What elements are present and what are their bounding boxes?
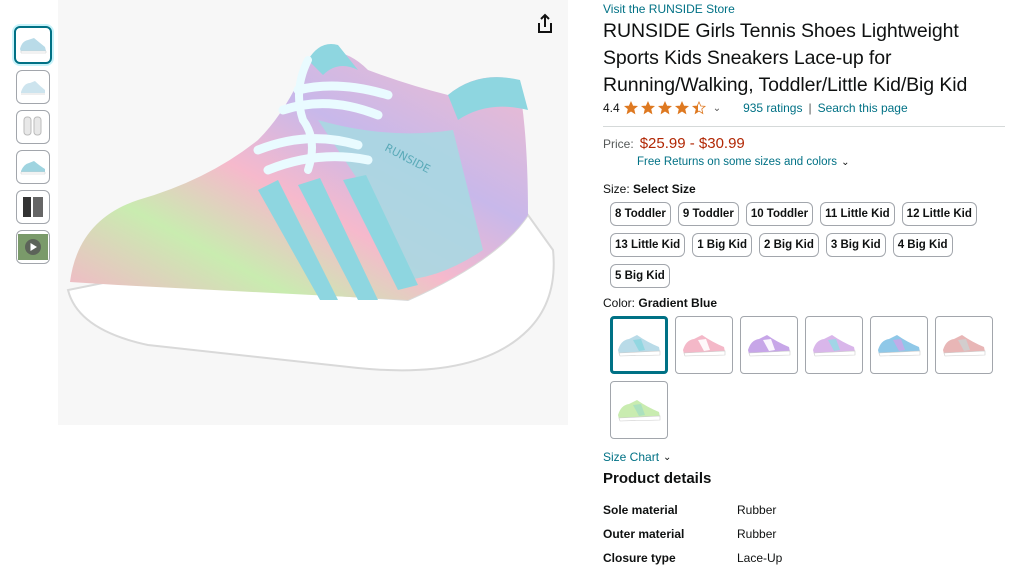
detail-row: Outer material Rubber bbox=[603, 527, 1013, 551]
size-option[interactable]: 3 Big Kid bbox=[825, 233, 886, 257]
color-swatch-blue-rainbow[interactable] bbox=[870, 316, 928, 374]
product-details-heading: Product details bbox=[603, 470, 712, 487]
color-selected: Gradient Blue bbox=[638, 296, 718, 310]
size-chart-link[interactable]: Size Chart ⌄ bbox=[603, 450, 1013, 464]
price-range: $25.99 - $30.99 bbox=[639, 135, 745, 152]
detail-value: Rubber bbox=[737, 503, 777, 517]
size-option[interactable]: 10 Toddler bbox=[745, 202, 814, 226]
shoe-swatch-icon bbox=[618, 400, 661, 422]
color-label-row: Color: Gradient Blue bbox=[603, 296, 1013, 310]
thumbnail-4[interactable] bbox=[16, 150, 50, 184]
size-option[interactable]: 5 Big Kid bbox=[610, 264, 670, 288]
color-swatches bbox=[610, 316, 1010, 446]
detail-value: Rubber bbox=[737, 527, 777, 541]
size-option[interactable]: 12 Little Kid bbox=[901, 202, 977, 226]
detail-key: Closure type bbox=[603, 551, 676, 565]
shoe-thumbnail-icon bbox=[20, 38, 47, 54]
detail-key: Outer material bbox=[603, 527, 685, 541]
shoe-swatch-icon bbox=[618, 335, 661, 357]
thumbnail-1[interactable] bbox=[14, 26, 52, 64]
ratings-count-link[interactable]: 935 ratings bbox=[743, 101, 802, 115]
chevron-down-icon: ⌄ bbox=[663, 451, 672, 463]
size-option[interactable]: 11 Little Kid bbox=[820, 202, 895, 226]
size-option[interactable]: 4 Big Kid bbox=[892, 233, 953, 257]
search-this-page-link[interactable]: Search this page bbox=[818, 101, 908, 115]
share-icon[interactable] bbox=[533, 12, 557, 36]
store-link[interactable]: Visit the RUNSIDE Store bbox=[603, 2, 1013, 16]
product-title: RUNSIDE Girls Tennis Shoes Lightweight S… bbox=[603, 20, 968, 96]
color-swatch-purple[interactable] bbox=[740, 316, 798, 374]
size-label-row: Size: Select Size bbox=[603, 182, 1013, 196]
size-option[interactable]: 8 Toddler bbox=[610, 202, 671, 226]
shoe-swatch-icon bbox=[683, 335, 726, 357]
detail-row: Closure type Lace-Up bbox=[603, 551, 1013, 575]
color-swatch-rainbow-purple[interactable] bbox=[805, 316, 863, 374]
divider bbox=[603, 126, 1005, 127]
color-swatch-pink[interactable] bbox=[675, 316, 733, 374]
play-video-icon bbox=[18, 234, 48, 260]
free-returns-link[interactable]: Free Returns on some sizes and colors ⌄ bbox=[637, 156, 1013, 168]
free-returns-text: Free Returns on some sizes and colors bbox=[637, 156, 838, 168]
rating-value: 4.4 bbox=[603, 101, 620, 115]
color-swatch-gradient-blue[interactable] bbox=[610, 316, 668, 374]
star-rating-icon[interactable] bbox=[623, 101, 710, 115]
size-label: Size: bbox=[603, 182, 630, 196]
shoe-swatch-icon bbox=[878, 335, 921, 357]
shoe-thumbnail-icon bbox=[21, 81, 45, 95]
detail-key: Sole material bbox=[603, 503, 678, 517]
color-swatch-pink-grey[interactable] bbox=[935, 316, 993, 374]
size-option[interactable]: 13 Little Kid bbox=[610, 233, 686, 257]
shoe-swatch-icon bbox=[943, 335, 986, 357]
shoe-thumbnail-icon bbox=[20, 161, 46, 175]
price-row: Price: $25.99 - $30.99 bbox=[603, 135, 1013, 152]
size-options: 8 Toddler 9 Toddler 10 Toddler 11 Little… bbox=[610, 202, 990, 295]
main-product-image[interactable]: RUNSIDE bbox=[58, 0, 568, 425]
size-guide-thumbnail-icon bbox=[23, 116, 42, 136]
size-option[interactable]: 9 Toddler bbox=[677, 202, 739, 226]
chevron-down-icon[interactable]: ⌄ bbox=[713, 103, 721, 114]
detail-value: Lace-Up bbox=[737, 551, 783, 565]
product-info-panel: Visit the RUNSIDE Store RUNSIDE Girls Te… bbox=[603, 0, 1013, 581]
thumbnail-video[interactable] bbox=[16, 230, 50, 264]
shoe-swatch-icon bbox=[813, 335, 856, 357]
sneaker-illustration: RUNSIDE bbox=[66, 44, 555, 372]
product-details-table: Sole material Rubber Outer material Rubb… bbox=[603, 503, 1013, 575]
size-chart-text: Size Chart bbox=[603, 450, 660, 464]
shoe-swatch-icon bbox=[748, 335, 791, 357]
price-label: Price: bbox=[603, 137, 634, 151]
thumbnail-2[interactable] bbox=[16, 70, 50, 104]
size-option[interactable]: 2 Big Kid bbox=[759, 233, 819, 257]
thumbnail-strip bbox=[14, 26, 54, 270]
thumbnail-3[interactable] bbox=[16, 110, 50, 144]
thumbnail-5[interactable] bbox=[16, 190, 50, 224]
size-selected: Select Size bbox=[633, 182, 696, 196]
color-swatch-green[interactable] bbox=[610, 381, 668, 439]
size-option[interactable]: 1 Big Kid bbox=[692, 233, 753, 257]
rating-row: 4.4 ⌄ 935 ratings | Search this page bbox=[603, 100, 1013, 116]
color-label: Color: bbox=[603, 296, 636, 310]
detail-row: Sole material Rubber bbox=[603, 503, 1013, 527]
feature-thumbnail-icon bbox=[23, 197, 43, 217]
separator: | bbox=[808, 101, 812, 115]
chevron-down-icon: ⌄ bbox=[841, 156, 850, 168]
